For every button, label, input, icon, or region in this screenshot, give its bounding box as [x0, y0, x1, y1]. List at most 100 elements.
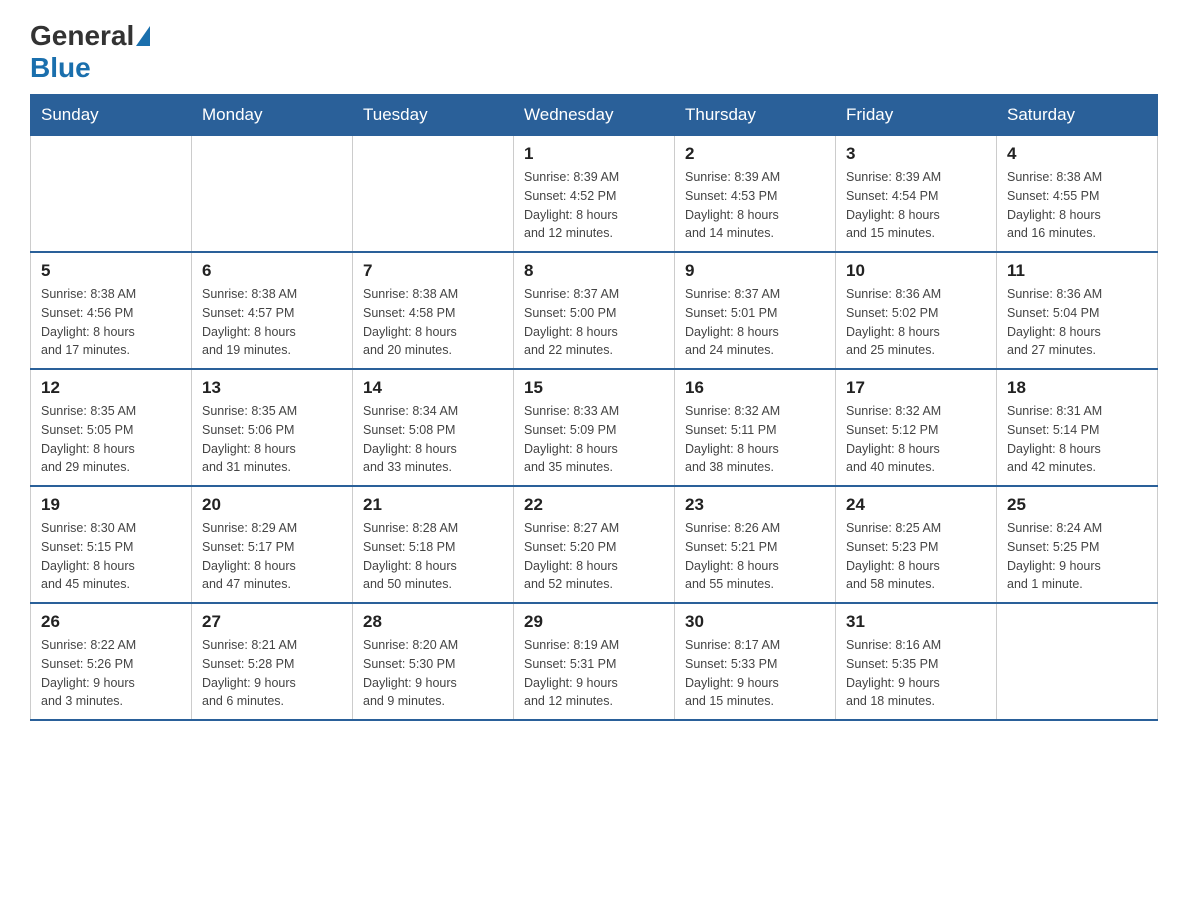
weekday-header-tuesday: Tuesday	[353, 95, 514, 136]
day-number: 14	[363, 378, 503, 398]
day-number: 20	[202, 495, 342, 515]
weekday-header-wednesday: Wednesday	[514, 95, 675, 136]
weekday-header-saturday: Saturday	[997, 95, 1158, 136]
day-info: Sunrise: 8:38 AM Sunset: 4:58 PM Dayligh…	[363, 285, 503, 360]
calendar-cell: 9 Sunrise: 8:37 AM Sunset: 5:01 PM Daylig…	[675, 252, 836, 369]
day-info: Sunrise: 8:35 AM Sunset: 5:05 PM Dayligh…	[41, 402, 181, 477]
day-number: 6	[202, 261, 342, 281]
calendar-cell: 3 Sunrise: 8:39 AM Sunset: 4:54 PM Daylig…	[836, 136, 997, 253]
day-number: 23	[685, 495, 825, 515]
day-number: 22	[524, 495, 664, 515]
day-number: 9	[685, 261, 825, 281]
calendar-cell	[31, 136, 192, 253]
calendar-cell: 18Sunrise: 8:31 AM Sunset: 5:14 PM Dayli…	[997, 369, 1158, 486]
day-info: Sunrise: 8:35 AM Sunset: 5:06 PM Dayligh…	[202, 402, 342, 477]
day-info: Sunrise: 8:36 AM Sunset: 5:02 PM Dayligh…	[846, 285, 986, 360]
day-number: 10	[846, 261, 986, 281]
calendar-table: SundayMondayTuesdayWednesdayThursdayFrid…	[30, 94, 1158, 721]
calendar-week-row: 19 Sunrise: 8:30 AM Sunset: 5:15 PM Dayli…	[31, 486, 1158, 603]
logo-general-text: General	[30, 20, 134, 52]
weekday-header-sunday: Sunday	[31, 95, 192, 136]
day-info: Sunrise: 8:17 AM Sunset: 5:33 PM Dayligh…	[685, 636, 825, 711]
logo-blue-text: Blue	[30, 52, 91, 84]
calendar-cell: 28Sunrise: 8:20 AM Sunset: 5:30 PM Dayli…	[353, 603, 514, 720]
day-number: 11	[1007, 261, 1147, 281]
day-info: Sunrise: 8:38 AM Sunset: 4:55 PM Dayligh…	[1007, 168, 1147, 243]
calendar-week-row: 5 Sunrise: 8:38 AM Sunset: 4:56 PM Daylig…	[31, 252, 1158, 369]
day-info: Sunrise: 8:32 AM Sunset: 5:11 PM Dayligh…	[685, 402, 825, 477]
day-number: 1	[524, 144, 664, 164]
day-number: 8	[524, 261, 664, 281]
calendar-cell: 20 Sunrise: 8:29 AM Sunset: 5:17 PM Dayli…	[192, 486, 353, 603]
calendar-cell: 15 Sunrise: 8:33 AM Sunset: 5:09 PM Dayli…	[514, 369, 675, 486]
day-info: Sunrise: 8:32 AM Sunset: 5:12 PM Dayligh…	[846, 402, 986, 477]
calendar-week-row: 12Sunrise: 8:35 AM Sunset: 5:05 PM Dayli…	[31, 369, 1158, 486]
calendar-cell: 27 Sunrise: 8:21 AM Sunset: 5:28 PM Dayli…	[192, 603, 353, 720]
day-info: Sunrise: 8:27 AM Sunset: 5:20 PM Dayligh…	[524, 519, 664, 594]
calendar-cell: 21Sunrise: 8:28 AM Sunset: 5:18 PM Dayli…	[353, 486, 514, 603]
calendar-cell: 11 Sunrise: 8:36 AM Sunset: 5:04 PM Dayli…	[997, 252, 1158, 369]
day-info: Sunrise: 8:29 AM Sunset: 5:17 PM Dayligh…	[202, 519, 342, 594]
day-number: 15	[524, 378, 664, 398]
calendar-cell: 17 Sunrise: 8:32 AM Sunset: 5:12 PM Dayli…	[836, 369, 997, 486]
day-number: 30	[685, 612, 825, 632]
calendar-cell: 5 Sunrise: 8:38 AM Sunset: 4:56 PM Daylig…	[31, 252, 192, 369]
calendar-cell: 1 Sunrise: 8:39 AM Sunset: 4:52 PM Daylig…	[514, 136, 675, 253]
calendar-cell	[192, 136, 353, 253]
weekday-header-friday: Friday	[836, 95, 997, 136]
day-number: 25	[1007, 495, 1147, 515]
day-info: Sunrise: 8:38 AM Sunset: 4:56 PM Dayligh…	[41, 285, 181, 360]
day-info: Sunrise: 8:39 AM Sunset: 4:53 PM Dayligh…	[685, 168, 825, 243]
day-info: Sunrise: 8:39 AM Sunset: 4:52 PM Dayligh…	[524, 168, 664, 243]
calendar-cell: 23Sunrise: 8:26 AM Sunset: 5:21 PM Dayli…	[675, 486, 836, 603]
day-number: 29	[524, 612, 664, 632]
day-number: 19	[41, 495, 181, 515]
calendar-cell: 25Sunrise: 8:24 AM Sunset: 5:25 PM Dayli…	[997, 486, 1158, 603]
weekday-header-row: SundayMondayTuesdayWednesdayThursdayFrid…	[31, 95, 1158, 136]
calendar-cell: 4 Sunrise: 8:38 AM Sunset: 4:55 PM Daylig…	[997, 136, 1158, 253]
calendar-cell: 24Sunrise: 8:25 AM Sunset: 5:23 PM Dayli…	[836, 486, 997, 603]
day-number: 4	[1007, 144, 1147, 164]
day-info: Sunrise: 8:37 AM Sunset: 5:00 PM Dayligh…	[524, 285, 664, 360]
day-number: 3	[846, 144, 986, 164]
day-number: 28	[363, 612, 503, 632]
calendar-cell: 13 Sunrise: 8:35 AM Sunset: 5:06 PM Dayli…	[192, 369, 353, 486]
day-info: Sunrise: 8:39 AM Sunset: 4:54 PM Dayligh…	[846, 168, 986, 243]
day-info: Sunrise: 8:16 AM Sunset: 5:35 PM Dayligh…	[846, 636, 986, 711]
calendar-cell: 26Sunrise: 8:22 AM Sunset: 5:26 PM Dayli…	[31, 603, 192, 720]
calendar-cell: 29 Sunrise: 8:19 AM Sunset: 5:31 PM Dayli…	[514, 603, 675, 720]
day-info: Sunrise: 8:25 AM Sunset: 5:23 PM Dayligh…	[846, 519, 986, 594]
calendar-cell: 7Sunrise: 8:38 AM Sunset: 4:58 PM Daylig…	[353, 252, 514, 369]
calendar-week-row: 26Sunrise: 8:22 AM Sunset: 5:26 PM Dayli…	[31, 603, 1158, 720]
day-info: Sunrise: 8:36 AM Sunset: 5:04 PM Dayligh…	[1007, 285, 1147, 360]
day-info: Sunrise: 8:30 AM Sunset: 5:15 PM Dayligh…	[41, 519, 181, 594]
day-info: Sunrise: 8:22 AM Sunset: 5:26 PM Dayligh…	[41, 636, 181, 711]
logo: General Blue	[30, 20, 152, 84]
day-number: 31	[846, 612, 986, 632]
day-number: 21	[363, 495, 503, 515]
calendar-cell: 30 Sunrise: 8:17 AM Sunset: 5:33 PM Dayli…	[675, 603, 836, 720]
day-info: Sunrise: 8:34 AM Sunset: 5:08 PM Dayligh…	[363, 402, 503, 477]
day-number: 27	[202, 612, 342, 632]
calendar-week-row: 1 Sunrise: 8:39 AM Sunset: 4:52 PM Daylig…	[31, 136, 1158, 253]
day-info: Sunrise: 8:33 AM Sunset: 5:09 PM Dayligh…	[524, 402, 664, 477]
calendar-cell: 8 Sunrise: 8:37 AM Sunset: 5:00 PM Daylig…	[514, 252, 675, 369]
day-info: Sunrise: 8:38 AM Sunset: 4:57 PM Dayligh…	[202, 285, 342, 360]
day-info: Sunrise: 8:21 AM Sunset: 5:28 PM Dayligh…	[202, 636, 342, 711]
day-info: Sunrise: 8:37 AM Sunset: 5:01 PM Dayligh…	[685, 285, 825, 360]
day-info: Sunrise: 8:31 AM Sunset: 5:14 PM Dayligh…	[1007, 402, 1147, 477]
calendar-cell: 16Sunrise: 8:32 AM Sunset: 5:11 PM Dayli…	[675, 369, 836, 486]
calendar-cell	[353, 136, 514, 253]
calendar-cell: 31 Sunrise: 8:16 AM Sunset: 5:35 PM Dayli…	[836, 603, 997, 720]
calendar-cell: 19 Sunrise: 8:30 AM Sunset: 5:15 PM Dayli…	[31, 486, 192, 603]
day-number: 5	[41, 261, 181, 281]
day-number: 17	[846, 378, 986, 398]
calendar-cell: 6 Sunrise: 8:38 AM Sunset: 4:57 PM Daylig…	[192, 252, 353, 369]
calendar-cell: 22 Sunrise: 8:27 AM Sunset: 5:20 PM Dayli…	[514, 486, 675, 603]
calendar-cell: 12Sunrise: 8:35 AM Sunset: 5:05 PM Dayli…	[31, 369, 192, 486]
day-info: Sunrise: 8:19 AM Sunset: 5:31 PM Dayligh…	[524, 636, 664, 711]
weekday-header-monday: Monday	[192, 95, 353, 136]
day-number: 13	[202, 378, 342, 398]
calendar-cell: 2Sunrise: 8:39 AM Sunset: 4:53 PM Daylig…	[675, 136, 836, 253]
calendar-cell: 10 Sunrise: 8:36 AM Sunset: 5:02 PM Dayli…	[836, 252, 997, 369]
